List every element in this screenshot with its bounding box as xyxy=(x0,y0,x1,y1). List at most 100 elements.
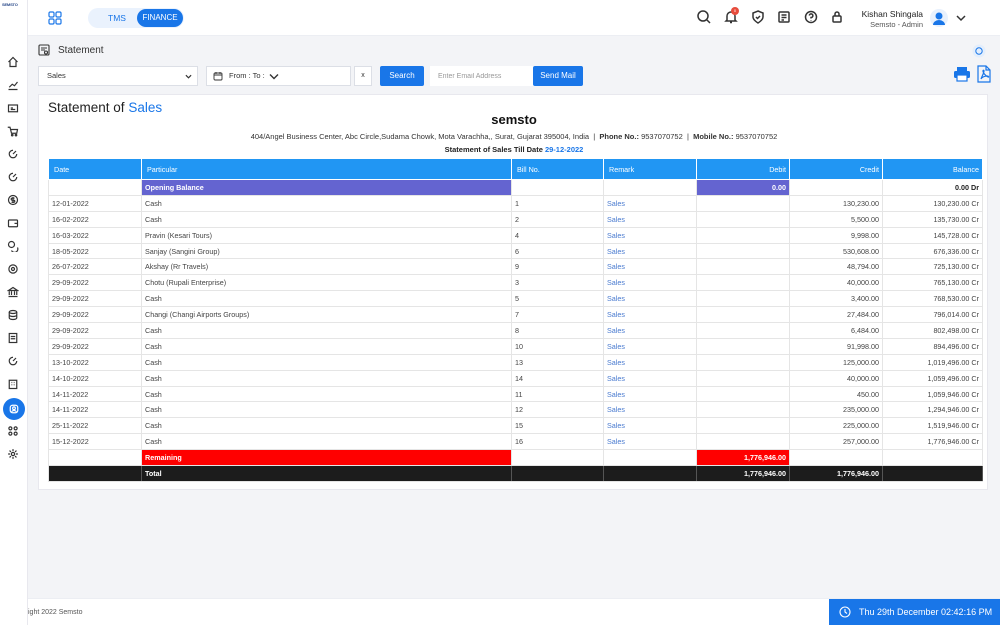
date-range-label: From : To : xyxy=(229,71,265,80)
bell-icon[interactable]: 0 xyxy=(724,7,739,24)
apps-icon[interactable] xyxy=(6,424,20,438)
bank-icon[interactable] xyxy=(6,285,20,299)
debit-cell xyxy=(696,338,790,355)
chart-icon[interactable] xyxy=(6,78,20,92)
clock-icon xyxy=(839,606,851,618)
balance-cell: 725,130.00 Cr xyxy=(882,258,983,276)
pdf-icon[interactable] xyxy=(977,65,991,83)
gear-icon[interactable] xyxy=(6,447,20,461)
remark-link[interactable]: Sales xyxy=(603,306,697,324)
particular-cell: Cash xyxy=(141,211,512,228)
bill-no-cell: 3 xyxy=(511,274,604,292)
credit-cell: 48,794.00 xyxy=(789,258,883,276)
send-mail-button[interactable]: Send Mail xyxy=(533,66,583,86)
col-date[interactable]: Date xyxy=(48,158,142,180)
page-title: Statement xyxy=(58,45,104,56)
remark-link[interactable]: Sales xyxy=(603,354,697,371)
col-particular[interactable]: Particular xyxy=(141,158,512,180)
balance-cell: 1,059,946.00 Cr xyxy=(882,386,983,403)
total-credit: 1,776,946.00 xyxy=(789,465,883,482)
remark-link[interactable]: Sales xyxy=(603,338,697,355)
col-debit[interactable]: Debit xyxy=(696,158,790,180)
balance-cell: 1,059,496.00 Cr xyxy=(882,370,983,387)
remark-link[interactable]: Sales xyxy=(603,417,697,435)
debit-cell xyxy=(696,433,790,451)
chevron-down-icon xyxy=(185,74,192,79)
help-icon[interactable] xyxy=(804,10,818,24)
home-icon[interactable] xyxy=(6,55,20,69)
col-balance[interactable]: Balance xyxy=(882,158,983,180)
remark-link[interactable]: Sales xyxy=(603,322,697,339)
speed-icon[interactable] xyxy=(6,147,20,161)
email-input[interactable] xyxy=(430,66,538,86)
debit-cell xyxy=(696,290,790,308)
remark-link[interactable]: Sales xyxy=(603,243,697,260)
lock-icon[interactable] xyxy=(830,10,844,24)
user-role: Semsto - Admin xyxy=(870,20,923,29)
remark-link[interactable]: Sales xyxy=(603,227,697,244)
table-row: 16-03-2022 Pravin (Kesari Tours) 4 Sales 9,9… xyxy=(48,227,983,244)
credit-cell: 450.00 xyxy=(789,386,883,403)
col-remark[interactable]: Remark xyxy=(603,158,697,180)
copyright-text: ight 2022 Semsto xyxy=(28,609,83,616)
ledger-type-select[interactable]: Sales xyxy=(38,66,198,86)
dashboard-icon[interactable] xyxy=(6,354,20,368)
date-cell: 26-07-2022 xyxy=(48,258,142,276)
bill-no-cell: 2 xyxy=(511,211,604,228)
search-icon[interactable] xyxy=(697,10,711,24)
dollar-icon[interactable] xyxy=(6,193,20,207)
table-row: 15-12-2022 Cash 16 Sales 257,000.00 1,776,946… xyxy=(48,433,983,451)
statement-table: Date Particular Bill No. Remark Debit Cr… xyxy=(48,158,983,482)
opening-balance-label: Opening Balance xyxy=(141,179,512,196)
remark-link[interactable]: Sales xyxy=(603,258,697,276)
cart-icon[interactable] xyxy=(6,124,20,138)
opening-debit: 0.00 xyxy=(696,179,790,196)
gauge-icon[interactable] xyxy=(6,170,20,184)
remark-link[interactable]: Sales xyxy=(603,370,697,387)
remark-link[interactable]: Sales xyxy=(603,195,697,212)
shield-check-icon[interactable] xyxy=(751,10,765,24)
debit-cell xyxy=(696,227,790,244)
date-cell: 13-10-2022 xyxy=(48,354,142,371)
date-range-picker[interactable]: From : To : xyxy=(206,66,351,86)
chevron-down-icon[interactable] xyxy=(956,13,966,23)
remaining-row: Remaining 1,776,946.00 xyxy=(48,449,983,467)
table-row: 29-09-2022 Cash 5 Sales 3,400.00 768,530.00 C… xyxy=(48,290,983,308)
building-icon[interactable] xyxy=(6,377,20,391)
info-icon[interactable] xyxy=(972,44,986,58)
remark-link[interactable]: Sales xyxy=(603,386,697,403)
remark-link[interactable]: Sales xyxy=(603,401,697,419)
remark-link[interactable]: Sales xyxy=(603,211,697,228)
database-icon[interactable] xyxy=(6,308,20,322)
debit-cell xyxy=(696,322,790,339)
col-bill-no[interactable]: Bill No. xyxy=(511,158,604,180)
avatar[interactable] xyxy=(930,9,948,27)
coins-icon[interactable] xyxy=(6,239,20,253)
grid-menu-icon[interactable] xyxy=(48,11,62,25)
tab-finance[interactable]: FINANCE xyxy=(137,9,183,27)
table-row: 14-11-2022 Cash 11 Sales 450.00 1,059,946.00 … xyxy=(48,386,983,403)
table-row: 16-02-2022 Cash 2 Sales 5,500.00 135,730.00 C… xyxy=(48,211,983,228)
print-icon[interactable] xyxy=(953,66,971,82)
document-icon[interactable] xyxy=(6,331,20,345)
balance-cell: 765,130.00 Cr xyxy=(882,274,983,292)
clear-date-button[interactable]: x xyxy=(354,66,372,86)
user-circle-icon[interactable] xyxy=(3,398,25,420)
remark-link[interactable]: Sales xyxy=(603,274,697,292)
settings-cog-icon[interactable] xyxy=(6,262,20,276)
phone-value: 9537070752 xyxy=(641,132,683,141)
debit-cell xyxy=(696,370,790,387)
balance-cell: 1,019,496.00 Cr xyxy=(882,354,983,371)
notes-icon[interactable] xyxy=(777,10,791,24)
credit-cell: 530,608.00 xyxy=(789,243,883,260)
col-credit[interactable]: Credit xyxy=(789,158,883,180)
wallet-icon[interactable] xyxy=(6,216,20,230)
tab-tms[interactable]: TMS xyxy=(98,8,136,28)
address-text: 404/Angel Business Center, Abc Circle,Su… xyxy=(250,132,590,141)
remark-link[interactable]: Sales xyxy=(603,290,697,308)
id-card-icon[interactable] xyxy=(6,101,20,115)
search-button[interactable]: Search xyxy=(380,66,424,86)
statement-card: Statement of Sales semsto 404/Angel Busi… xyxy=(38,94,988,490)
table-row: 18-05-2022 Sanjay (Sangini Group) 6 Sales 53… xyxy=(48,243,983,260)
remark-link[interactable]: Sales xyxy=(603,433,697,451)
